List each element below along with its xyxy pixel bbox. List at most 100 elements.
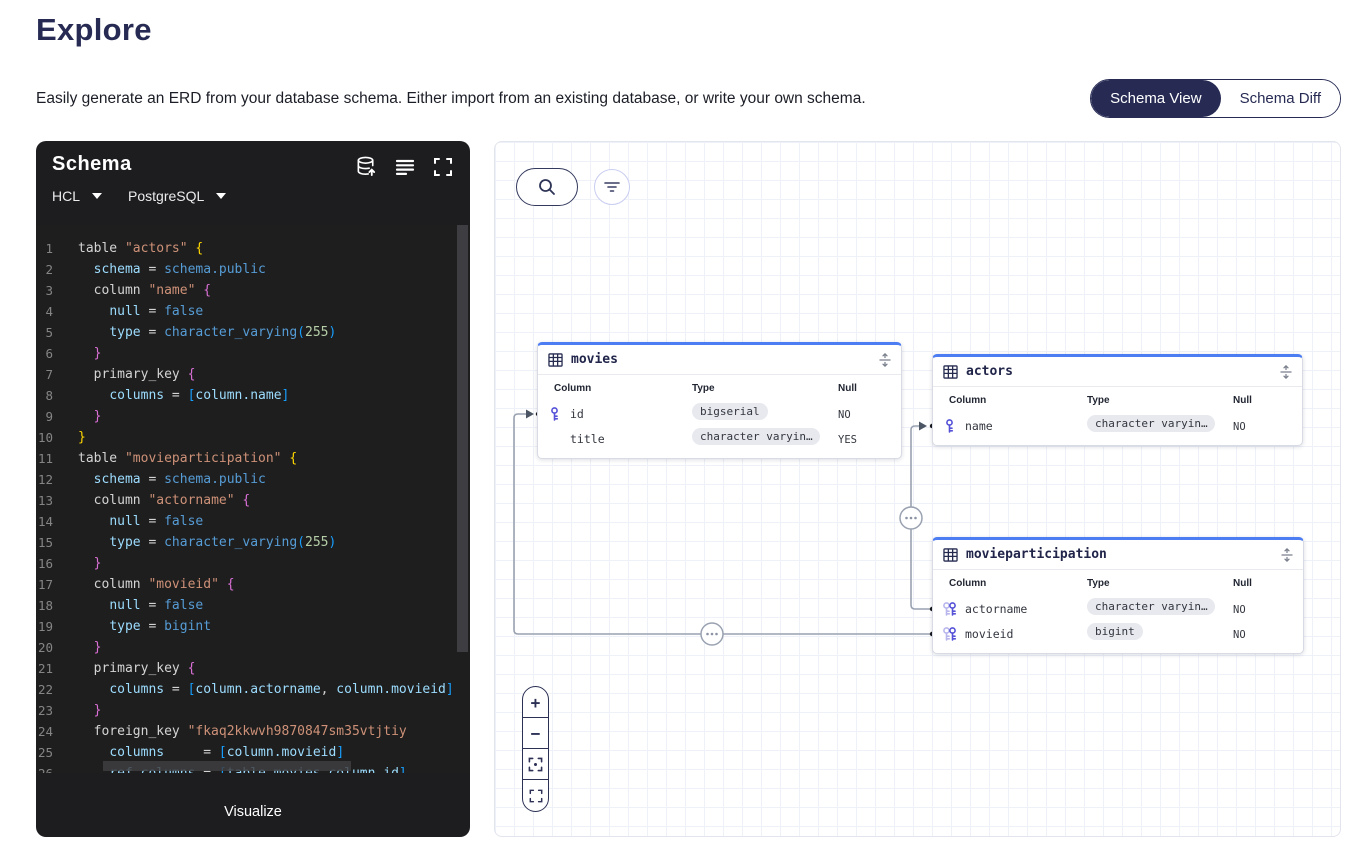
node-title: movies: [571, 352, 618, 367]
tab-schema-view[interactable]: Schema View: [1091, 80, 1220, 117]
chevron-down-icon: [216, 193, 226, 199]
table-row: movieidbigintNO: [933, 621, 1303, 646]
dialect-value: PostgreSQL: [128, 188, 204, 204]
code-line: 25 columns = [column.movieid]: [36, 742, 470, 763]
unfold-icon: [1281, 548, 1293, 562]
node-title: actors: [966, 364, 1013, 379]
erd-node-movies[interactable]: moviesColumnTypeNullidbigserialNOtitlech…: [537, 342, 902, 459]
column-type-badge: bigserial: [692, 403, 768, 420]
code-line: 24 foreign_key "fkaq2kkwvh9870847sm35vtj…: [36, 721, 470, 742]
column-null-value: NO: [838, 409, 851, 421]
filter-button[interactable]: [594, 169, 630, 205]
search-icon: [537, 177, 557, 197]
visualize-label: Visualize: [224, 804, 282, 820]
edge-arrowhead: [919, 422, 927, 431]
code-line: 21 primary_key {: [36, 658, 470, 679]
line-number: 18: [36, 595, 78, 616]
node-header[interactable]: movies: [538, 345, 901, 375]
zoom-out-button[interactable]: −: [523, 718, 548, 749]
visualize-button[interactable]: Visualize: [36, 787, 470, 837]
fullscreen-icon: [529, 789, 543, 803]
line-number: 19: [36, 616, 78, 637]
code-line: 4 null = false: [36, 301, 470, 322]
line-number: 24: [36, 721, 78, 742]
line-number: 5: [36, 322, 78, 343]
code-line: 10}: [36, 427, 470, 448]
center-focus-icon: [528, 757, 543, 772]
schema-panel-title: Schema: [52, 153, 132, 176]
column-null-value: NO: [1233, 421, 1246, 433]
erd-edges: [495, 142, 1342, 838]
line-number: 14: [36, 511, 78, 532]
language-select[interactable]: HCL: [52, 188, 102, 204]
chevron-down-icon: [92, 193, 102, 199]
expand-node-button[interactable]: [879, 353, 891, 367]
code-line: 17 column "movieid" {: [36, 574, 470, 595]
edge-arrowhead: [526, 410, 534, 419]
line-number: 11: [36, 448, 78, 469]
search-button[interactable]: [516, 168, 578, 206]
table-row: id bigserial NO: [538, 401, 901, 426]
editor-horizontal-scrollbar[interactable]: [103, 761, 450, 771]
code-editor[interactable]: 1table "actors" {2 schema = schema.publi…: [36, 225, 470, 773]
table-row: titlecharacter varyin…YES: [538, 426, 901, 451]
code-line: 23 }: [36, 700, 470, 721]
expand-node-button[interactable]: [1281, 548, 1293, 562]
dialect-select[interactable]: PostgreSQL: [128, 188, 226, 204]
code-line: 5 type = character_varying(255): [36, 322, 470, 343]
node-header[interactable]: movieparticipation: [933, 540, 1303, 570]
line-number: 22: [36, 679, 78, 700]
erd-node-actors[interactable]: actors ColumnTypeNull name character varyin…: [932, 354, 1303, 446]
erd-node-movieparticipation[interactable]: movieparticipationColumnTypeNullactornam…: [932, 537, 1304, 654]
edge-relation-badge[interactable]: [900, 507, 922, 529]
column-name: id: [570, 407, 584, 421]
edge-relation-badge[interactable]: [701, 623, 723, 645]
line-number: 1: [36, 238, 78, 259]
code-line: 18 null = false: [36, 595, 470, 616]
primary-key-icon: [549, 407, 560, 421]
unfold-icon: [1280, 365, 1292, 379]
database-import-icon[interactable]: [355, 155, 378, 178]
code-line: 19 type = bigint: [36, 616, 470, 637]
expand-node-button[interactable]: [1280, 365, 1292, 379]
line-number: 21: [36, 658, 78, 679]
zoom-in-button[interactable]: +: [523, 687, 548, 718]
code-line: 2 schema = schema.public: [36, 259, 470, 280]
line-number: 12: [36, 469, 78, 490]
node-header[interactable]: actors: [933, 357, 1302, 387]
column-type-badge: character varyin…: [692, 428, 820, 445]
fit-view-button[interactable]: [523, 749, 548, 780]
column-null-value: NO: [1233, 604, 1246, 616]
filter-icon: [604, 180, 620, 194]
zoom-controls: + −: [522, 686, 549, 812]
column-null-value: YES: [838, 434, 857, 446]
line-number: 8: [36, 385, 78, 406]
fullscreen-canvas-button[interactable]: [523, 780, 548, 811]
unfold-icon: [879, 353, 891, 367]
table-icon: [943, 548, 958, 562]
table-row: name character varyin… NO: [933, 413, 1302, 438]
fullscreen-icon[interactable]: [431, 155, 454, 178]
erd-canvas[interactable]: moviesColumnTypeNullidbigserialNOtitlech…: [494, 141, 1341, 837]
edge-actorname-to-actors: [911, 426, 932, 609]
column-type-badge: character varyin…: [1087, 415, 1215, 432]
code-line: 15 type = character_varying(255): [36, 532, 470, 553]
line-number: 26: [36, 763, 78, 773]
code-line: 1table "actors" {: [36, 238, 470, 259]
tab-schema-diff[interactable]: Schema Diff: [1221, 80, 1340, 117]
node-column-headers: ColumnTypeNull: [933, 387, 1302, 413]
align-left-icon[interactable]: [393, 155, 416, 178]
node-title: movieparticipation: [966, 547, 1107, 562]
primary-key-icon: [944, 419, 955, 433]
line-number: 7: [36, 364, 78, 385]
code-line: 14 null = false: [36, 511, 470, 532]
schema-editor-panel: Schema HCL PostgreSQL: [36, 141, 470, 837]
column-name: name: [965, 419, 993, 433]
column-null-value: NO: [1233, 629, 1246, 641]
line-number: 16: [36, 553, 78, 574]
line-number: 10: [36, 427, 78, 448]
primary-foreign-key-icon: [942, 627, 958, 641]
editor-vertical-scrollbar[interactable]: [456, 225, 469, 773]
node-column-headers: ColumnTypeNull: [933, 570, 1303, 596]
code-line: 9 }: [36, 406, 470, 427]
